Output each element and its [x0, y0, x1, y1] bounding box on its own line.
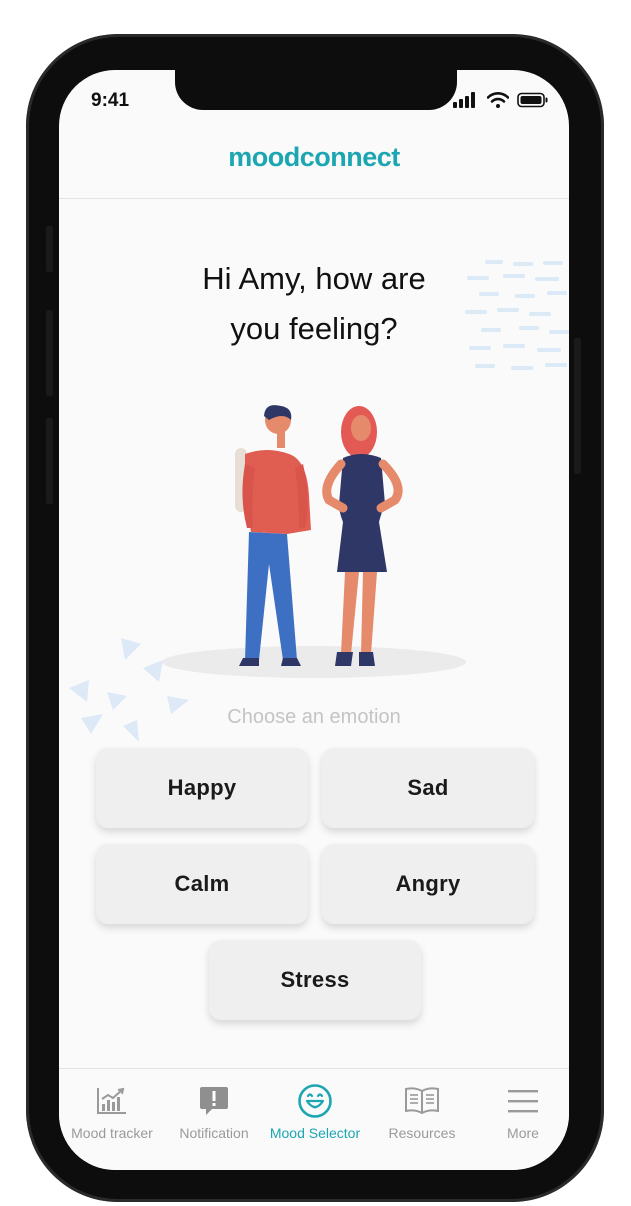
mute-switch	[46, 226, 53, 272]
book-icon	[402, 1081, 442, 1121]
battery-icon	[517, 92, 548, 108]
app-logo: moodconnect	[228, 142, 400, 172]
nav-label-mood-tracker: Mood tracker	[71, 1125, 153, 1141]
signal-icon	[453, 92, 475, 108]
man-figure	[235, 405, 311, 666]
emotion-button-calm[interactable]: Calm	[96, 844, 308, 924]
emotion-button-happy[interactable]: Happy	[96, 748, 308, 828]
status-time: 9:41	[91, 90, 130, 111]
woman-figure	[322, 406, 403, 666]
smiley-icon	[295, 1081, 335, 1121]
nav-item-more[interactable]: More	[477, 1069, 569, 1169]
menu-icon	[503, 1081, 543, 1121]
nav-item-mood-selector[interactable]: Mood Selector	[263, 1069, 367, 1169]
app-header: moodconnect	[59, 126, 569, 199]
nav-label-more: More	[507, 1125, 539, 1141]
volume-down-button	[46, 418, 53, 504]
alert-icon	[194, 1081, 234, 1121]
greeting-line-1: Hi Amy, how are	[202, 261, 426, 296]
greeting-heading: Hi Amy, how are you feeling?	[59, 254, 569, 354]
emotion-button-stress[interactable]: Stress	[209, 940, 421, 1020]
emotion-button-angry[interactable]: Angry	[322, 844, 534, 924]
choose-emotion-prompt: Choose an emotion	[227, 706, 401, 728]
nav-label-resources: Resources	[388, 1125, 456, 1141]
emotion-button-sad[interactable]: Sad	[322, 748, 534, 828]
status-icons	[453, 92, 549, 108]
nav-label-mood-selector: Mood Selector	[269, 1125, 361, 1141]
notch	[175, 70, 457, 110]
bottom-nav: Mood tracker Notification Mood Selector …	[59, 1068, 569, 1170]
app-screen: 9:41 moodconnect Hi Amy, how are you fee…	[59, 70, 569, 1170]
chart-icon	[92, 1081, 132, 1121]
nav-label-notification: Notification	[179, 1125, 249, 1141]
nav-item-notification[interactable]: Notification	[165, 1069, 263, 1169]
power-button	[574, 338, 581, 474]
wifi-icon	[487, 92, 509, 108]
greeting-line-2: you feeling?	[230, 311, 398, 346]
volume-up-button	[46, 310, 53, 396]
nav-item-resources[interactable]: Resources	[367, 1069, 477, 1169]
couple-illustration	[162, 405, 466, 678]
nav-item-mood-tracker[interactable]: Mood tracker	[59, 1069, 165, 1169]
